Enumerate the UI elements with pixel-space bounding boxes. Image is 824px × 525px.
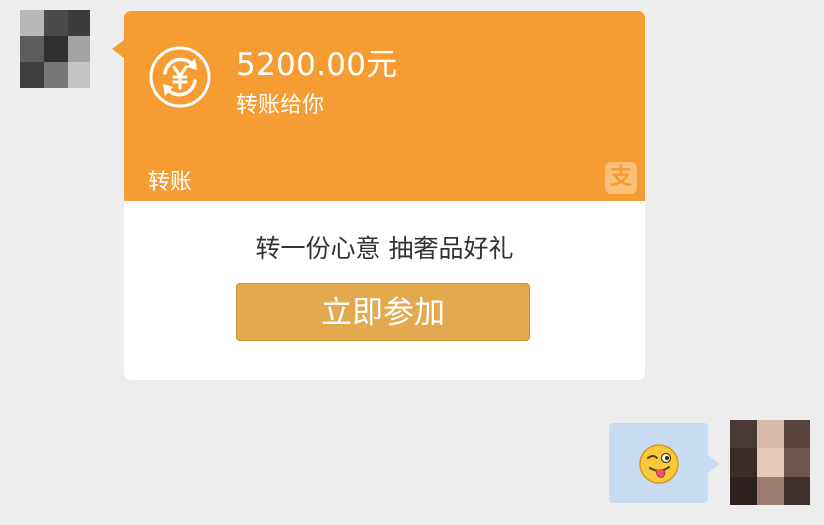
- alipay-icon: 支: [605, 162, 637, 194]
- sent-message-bubble[interactable]: [609, 423, 708, 503]
- sender-avatar[interactable]: [20, 10, 90, 88]
- bubble-tail: [708, 455, 720, 473]
- avatar-pixel: [68, 10, 90, 36]
- avatar-pixel: [68, 36, 90, 62]
- transfer-card[interactable]: 5200.00元 转账给你 转账 支 转一份心意 抽奢品好礼 立即参加: [124, 11, 645, 380]
- bubble-tail: [112, 40, 124, 58]
- avatar-pixel: [20, 36, 44, 62]
- transfer-card-header[interactable]: 5200.00元 转账给你 转账 支: [124, 11, 645, 201]
- avatar-pixel: [730, 420, 757, 448]
- promo-text: 转一份心意 抽奢品好礼: [255, 234, 514, 263]
- avatar-pixel: [784, 448, 810, 477]
- transfer-subtitle: 转账给你: [236, 93, 325, 118]
- avatar-pixel: [784, 420, 810, 448]
- avatar-pixel: [784, 477, 810, 505]
- avatar-pixel: [68, 62, 90, 88]
- join-now-button[interactable]: 立即参加: [236, 283, 530, 341]
- user-avatar[interactable]: [730, 420, 810, 505]
- wink-tongue-emoji-icon: [639, 444, 679, 484]
- avatar-pixel: [44, 62, 68, 88]
- avatar-pixel: [757, 477, 784, 505]
- avatar-pixel: [20, 62, 44, 88]
- avatar-pixel: [730, 477, 757, 505]
- avatar-pixel: [44, 10, 68, 36]
- yuan-exchange-icon: [149, 46, 211, 108]
- avatar-pixel: [730, 448, 757, 477]
- avatar-pixel: [20, 10, 44, 36]
- transfer-label: 转账: [148, 170, 193, 195]
- transfer-amount: 5200.00元: [236, 47, 398, 83]
- avatar-pixel: [757, 420, 784, 448]
- avatar-pixel: [757, 448, 784, 477]
- avatar-pixel: [44, 36, 68, 62]
